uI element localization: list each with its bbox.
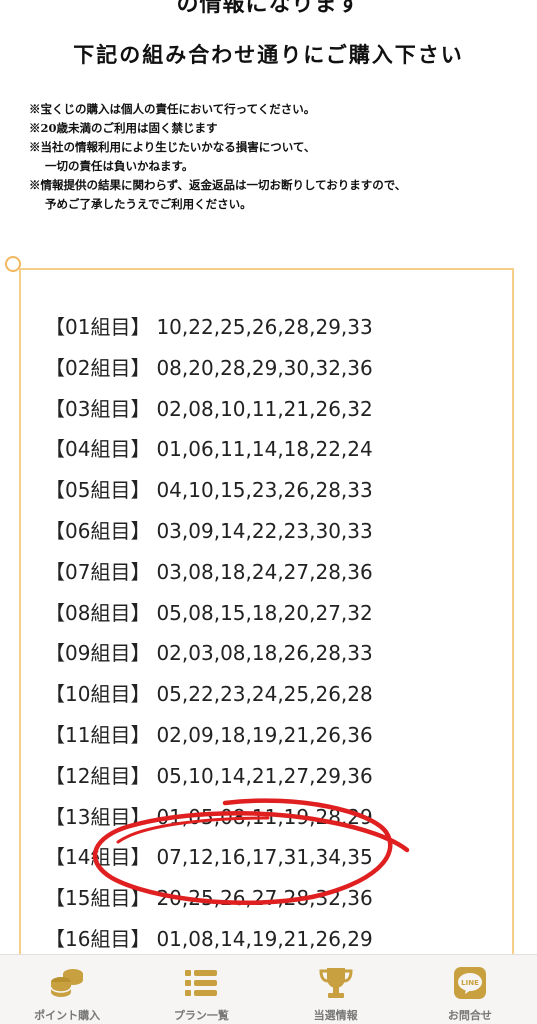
combination-numbers: 03,08,18,24,27,28,36 [156, 559, 373, 584]
combination-row: 【03組目】 02,08,10,11,21,26,32 [45, 389, 373, 430]
combination-numbers: 02,08,10,11,21,26,32 [156, 396, 373, 421]
combination-label: 【06組目】 [45, 518, 151, 543]
disclaimer-notes: ※宝くじの購入は個人の責任において行ってください。 ※20歳未満のご利用は固く禁… [29, 100, 519, 214]
combination-row: 【09組目】 02,03,08,18,26,28,33 [45, 633, 373, 674]
combination-label: 【10組目】 [45, 682, 151, 707]
combination-numbers: 05,08,15,18,20,27,32 [156, 600, 373, 625]
nav-label: プラン一覧 [173, 1009, 229, 1022]
combination-row: 【07組目】 03,08,18,24,27,28,36 [45, 552, 373, 593]
note-line: ※宝くじの購入は個人の責任において行ってください。 [29, 102, 316, 116]
note-line: ※20歳未満のご利用は固く禁じます [29, 121, 218, 135]
combination-label: 【12組目】 [45, 763, 151, 788]
combination-label: 【08組目】 [45, 600, 151, 625]
combination-numbers: 07,12,16,17,31,34,35 [156, 845, 373, 870]
combination-label: 【02組目】 [45, 355, 151, 380]
combination-numbers: 01,08,14,19,21,26,29 [156, 926, 373, 951]
nav-winning-info[interactable]: 当選情報 [269, 955, 403, 1024]
nav-label: 当選情報 [313, 1009, 358, 1022]
combination-row: 【11組目】 02,09,18,19,21,26,36 [45, 715, 373, 756]
combination-label: 【05組目】 [45, 478, 151, 503]
combination-numbers: 05,22,23,24,25,26,28 [156, 682, 373, 707]
combination-row: 【12組目】 05,10,14,21,27,29,36 [45, 756, 373, 797]
combination-label: 【14組目】 [45, 845, 151, 870]
combination-row: 【14組目】 07,12,16,17,31,34,35 [45, 837, 373, 878]
combination-row: 【15組目】 20,25,26,27,28,32,36 [45, 878, 373, 919]
combination-label: 【01組目】 [45, 315, 151, 339]
combination-numbers: 05,10,14,21,27,29,36 [156, 763, 373, 788]
coins-icon [47, 965, 87, 1001]
combination-row: 【10組目】 05,22,23,24,25,26,28 [45, 674, 373, 715]
combination-row: 【13組目】 01,05,08,11,19,28,29 [45, 797, 373, 838]
combination-row: 【05組目】 04,10,15,23,26,28,33 [45, 470, 373, 511]
list-icon [181, 965, 221, 1001]
combination-numbers: 02,03,08,18,26,28,33 [156, 641, 373, 666]
nav-plan-list[interactable]: プラン一覧 [134, 955, 268, 1024]
combination-numbers: 04,10,15,23,26,28,33 [156, 478, 373, 503]
combination-row: 【08組目】 05,08,15,18,20,27,32 [45, 593, 373, 634]
combination-label: 【03組目】 [45, 396, 151, 421]
nav-label: お問合せ [447, 1009, 492, 1022]
nav-point-purchase[interactable]: ポイント購入 [0, 955, 134, 1024]
combination-label: 【16組目】 [45, 926, 151, 951]
combination-numbers: 02,09,18,19,21,26,36 [156, 722, 373, 747]
combination-row: 【06組目】 03,09,14,22,23,30,33 [45, 511, 373, 552]
combination-label: 【11組目】 [45, 722, 151, 747]
trophy-icon [316, 965, 356, 1001]
combination-label: 【07組目】 [45, 559, 151, 584]
combination-numbers: 01,06,11,14,18,22,24 [156, 437, 373, 462]
heading-line-2: 下記の組み合わせ通りにご購入下さい [73, 42, 464, 67]
combination-numbers: 03,09,14,22,23,30,33 [156, 518, 373, 543]
combination-numbers: 01,05,08,11,19,28,29 [156, 804, 373, 829]
note-line: ※情報提供の結果に関わらず、返金返品は一切お断りしておりますので、 [29, 178, 407, 192]
nav-contact[interactable]: LINE お問合せ [403, 955, 537, 1024]
line-icon-text: LINE [461, 979, 479, 987]
combination-label: 【04組目】 [45, 437, 151, 462]
nav-label: ポイント購入 [34, 1009, 101, 1022]
combination-numbers: 10,22,25,26,28,29,33 [156, 315, 373, 339]
combination-row: 【01組目】 10,22,25,26,28,29,33 [45, 307, 373, 348]
note-line: 一切の責任は負いかねます。 [45, 159, 194, 173]
note-line: ※当社の情報利用により生じたいかなる損害について、 [29, 140, 316, 154]
combination-label: 【09組目】 [45, 641, 151, 666]
combination-list: 【01組目】 10,22,25,26,28,29,33 【02組目】 08,20,28… [45, 307, 373, 960]
combination-numbers: 08,20,28,29,30,32,36 [156, 355, 373, 380]
combination-row: 【04組目】 01,06,11,14,18,22,24 [45, 429, 373, 470]
combination-label: 【15組目】 [45, 886, 151, 911]
combination-numbers: 20,25,26,27,28,32,36 [156, 886, 373, 911]
card-corner-dot [5, 256, 21, 272]
line-chat-icon: LINE [450, 965, 490, 1001]
note-line: 予めご了承したうえでご利用ください。 [45, 197, 252, 211]
combination-row: 【02組目】 08,20,28,29,30,32,36 [45, 348, 373, 389]
bottom-navigation: ポイント購入 プラン一覧 当選情報 LINE お問合せ [0, 954, 537, 1024]
heading-line-1: の情報になります [176, 0, 361, 17]
combination-label: 【13組目】 [45, 804, 151, 829]
